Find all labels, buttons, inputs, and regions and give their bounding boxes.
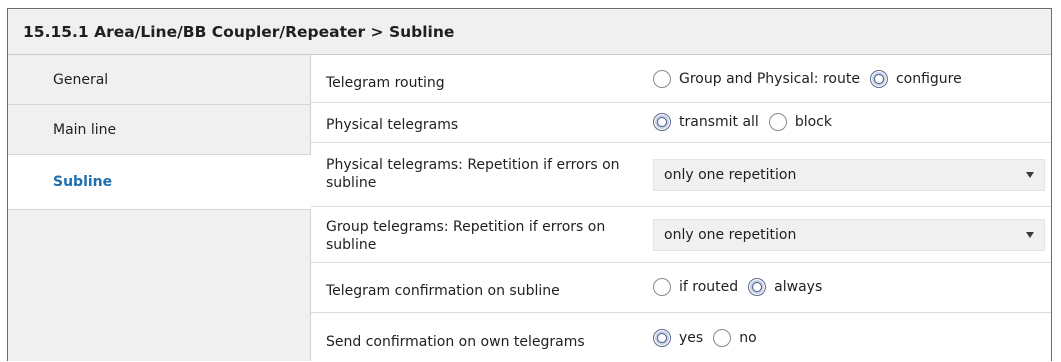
- group-repetition-dropdown[interactable]: only one repetition: [653, 219, 1045, 251]
- chevron-down-icon: [1026, 172, 1034, 178]
- param-row-send-confirmation: Send confirmation on own telegrams yes n…: [311, 313, 1051, 362]
- radio-yes[interactable]: [653, 329, 671, 347]
- sidebar-item-general[interactable]: General: [8, 55, 310, 105]
- send-confirmation-label: Send confirmation on own telegrams: [326, 334, 585, 350]
- radio-block[interactable]: [768, 113, 787, 131]
- parameter-window: 15.15.1 Area/Line/BB Coupler/Repeater > …: [7, 8, 1052, 361]
- physical-telegrams-radio-group: transmit all block: [653, 113, 842, 131]
- telegram-routing-radio-group: Group and Physical: route configure: [653, 70, 972, 88]
- window-title: 15.15.1 Area/Line/BB Coupler/Repeater > …: [23, 22, 455, 41]
- param-row-telegram-routing: Telegram routing Group and Physical: rou…: [311, 55, 1051, 103]
- body-area: General Main line Subline Telegram routi…: [8, 55, 1051, 361]
- option-if-routed-label[interactable]: if routed: [679, 279, 738, 295]
- param-row-telegram-confirmation: Telegram confirmation on subline if rout…: [311, 263, 1051, 313]
- physical-telegrams-label: Physical telegrams: [326, 117, 459, 133]
- telegram-routing-label: Telegram routing: [326, 75, 445, 91]
- radio-transmit-all[interactable]: [653, 113, 671, 131]
- sidebar: General Main line Subline: [8, 55, 311, 361]
- sidebar-item-main-line[interactable]: Main line: [8, 105, 310, 155]
- param-row-group-repetition: Group telegrams: Repetition if errors on…: [311, 207, 1051, 263]
- option-configure-label[interactable]: configure: [896, 71, 962, 87]
- sidebar-item-subline[interactable]: Subline: [8, 155, 311, 210]
- option-yes-label[interactable]: yes: [679, 330, 703, 346]
- radio-configure[interactable]: [869, 70, 888, 88]
- chevron-down-icon: [1026, 232, 1034, 238]
- option-always-label[interactable]: always: [774, 279, 822, 295]
- param-row-physical-repetition: Physical telegrams: Repetition if errors…: [311, 143, 1051, 207]
- title-bar: 15.15.1 Area/Line/BB Coupler/Repeater > …: [8, 9, 1051, 55]
- physical-repetition-value: only one repetition: [664, 167, 797, 183]
- param-row-physical-telegrams: Physical telegrams transmit all block: [311, 103, 1051, 143]
- radio-if-routed[interactable]: [653, 278, 671, 296]
- radio-no[interactable]: [713, 329, 732, 347]
- option-transmit-all-label[interactable]: transmit all: [679, 114, 759, 130]
- physical-repetition-label: Physical telegrams: Repetition if errors…: [326, 156, 620, 192]
- group-repetition-label-line2: subline: [326, 237, 377, 253]
- send-confirmation-radio-group: yes no: [653, 329, 767, 347]
- group-repetition-label: Group telegrams: Repetition if errors on…: [326, 218, 605, 254]
- option-block-label[interactable]: block: [795, 114, 832, 130]
- physical-repetition-label-line2: subline: [326, 175, 377, 191]
- telegram-confirmation-radio-group: if routed always: [653, 278, 832, 296]
- group-repetition-value: only one repetition: [664, 227, 797, 243]
- group-repetition-label-line1: Group telegrams: Repetition if errors on: [326, 219, 606, 235]
- physical-repetition-dropdown[interactable]: only one repetition: [653, 159, 1045, 191]
- telegram-confirmation-label: Telegram confirmation on subline: [326, 283, 560, 299]
- radio-always[interactable]: [748, 278, 767, 296]
- parameter-panel: Telegram routing Group and Physical: rou…: [311, 55, 1051, 361]
- option-no-label[interactable]: no: [739, 330, 756, 346]
- option-group-and-physical-route-label[interactable]: Group and Physical: route: [679, 71, 860, 87]
- radio-group-and-physical-route[interactable]: [653, 70, 671, 88]
- physical-repetition-label-line1: Physical telegrams: Repetition if errors…: [326, 157, 620, 173]
